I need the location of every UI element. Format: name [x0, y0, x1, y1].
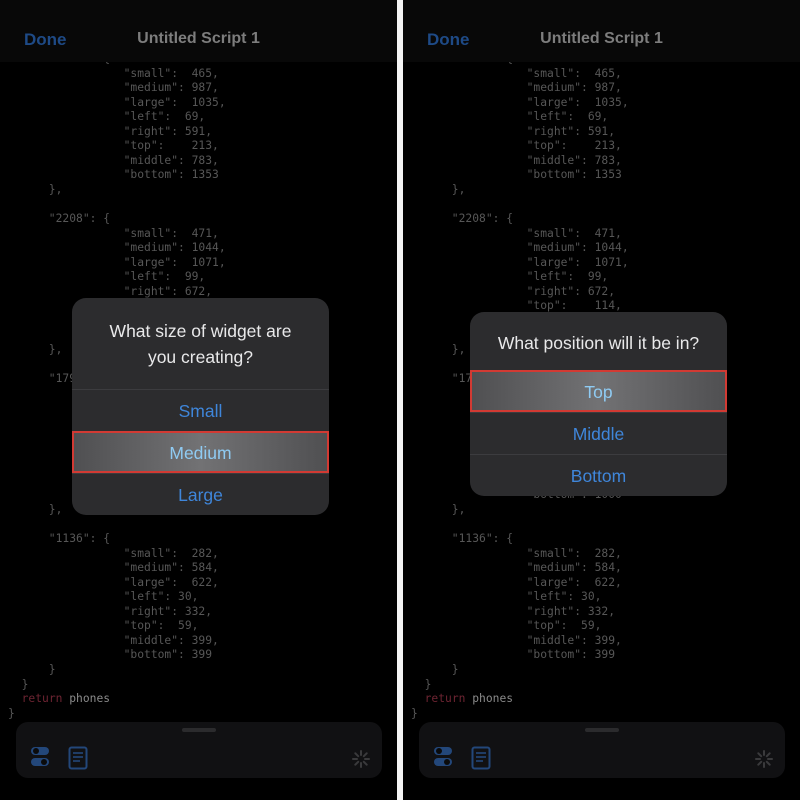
spinner-icon	[352, 750, 370, 773]
widget-position-alert: What position will it be in? Top Middle …	[470, 312, 727, 496]
nav-bar: Done Untitled Script 1	[403, 0, 800, 62]
toggle-icon[interactable]	[433, 746, 453, 773]
widget-size-alert: What size of widget are you creating? Sm…	[72, 298, 329, 515]
option-top-button[interactable]: Top	[470, 370, 727, 412]
toggle-icon[interactable]	[30, 746, 50, 773]
drag-handle[interactable]	[182, 728, 216, 732]
script-title: Untitled Script 1	[137, 30, 260, 47]
return-keyword: return	[424, 692, 466, 706]
bottom-toolbar	[16, 722, 382, 778]
code-closing-brace: }	[8, 706, 15, 720]
return-keyword: return	[21, 692, 63, 706]
nav-bar: Done Untitled Script 1	[0, 0, 397, 62]
return-value: phones	[472, 692, 514, 706]
alert-title: What size of widget are you creating?	[109, 321, 292, 367]
alert-title: What position will it be in?	[497, 333, 700, 353]
option-small-button[interactable]: Small	[72, 389, 329, 431]
option-medium-button[interactable]: Medium	[72, 431, 329, 473]
code-closing-brace: }	[411, 706, 418, 720]
document-icon[interactable]	[68, 746, 88, 775]
script-title: Untitled Script 1	[540, 30, 663, 47]
left-screen: "2436": { "small": 465, "medium": 987, "…	[0, 0, 397, 800]
spinner-icon	[755, 750, 773, 773]
return-value: phones	[69, 692, 111, 706]
document-icon[interactable]	[471, 746, 491, 775]
right-screen: "2436": { "small": 465, "medium": 987, "…	[403, 0, 800, 800]
option-middle-button[interactable]: Middle	[470, 412, 727, 454]
drag-handle[interactable]	[585, 728, 619, 732]
option-large-button[interactable]: Large	[72, 473, 329, 515]
bottom-toolbar	[419, 722, 785, 778]
option-bottom-button[interactable]: Bottom	[470, 454, 727, 496]
